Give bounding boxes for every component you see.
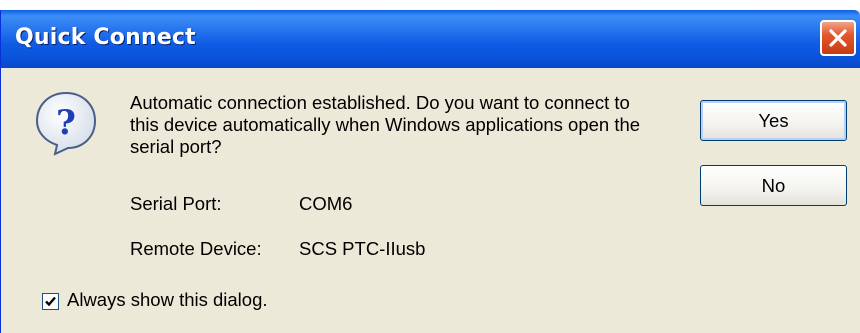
always-show-label[interactable]: Always show this dialog. [67, 289, 268, 311]
close-button[interactable] [820, 20, 856, 56]
quick-connect-dialog: Quick Connect ? Automatic connection est… [0, 10, 860, 333]
remote-device-value: SCS PTC-IIusb [299, 238, 426, 259]
dialog-title: Quick Connect [15, 25, 196, 50]
svg-text:?: ? [56, 103, 76, 143]
checkmark-icon [45, 296, 56, 307]
close-icon [829, 29, 847, 47]
yes-button[interactable]: Yes [700, 100, 847, 141]
question-icon: ? [35, 91, 97, 156]
remote-device-label: Remote Device: [130, 238, 262, 259]
title-bar[interactable]: Quick Connect [1, 10, 860, 68]
always-show-checkbox[interactable] [42, 293, 59, 310]
serial-port-value: COM6 [299, 193, 353, 214]
message-text: Automatic connection established. Do you… [130, 92, 641, 157]
no-button[interactable]: No [700, 165, 847, 206]
serial-port-label: Serial Port: [130, 193, 222, 214]
